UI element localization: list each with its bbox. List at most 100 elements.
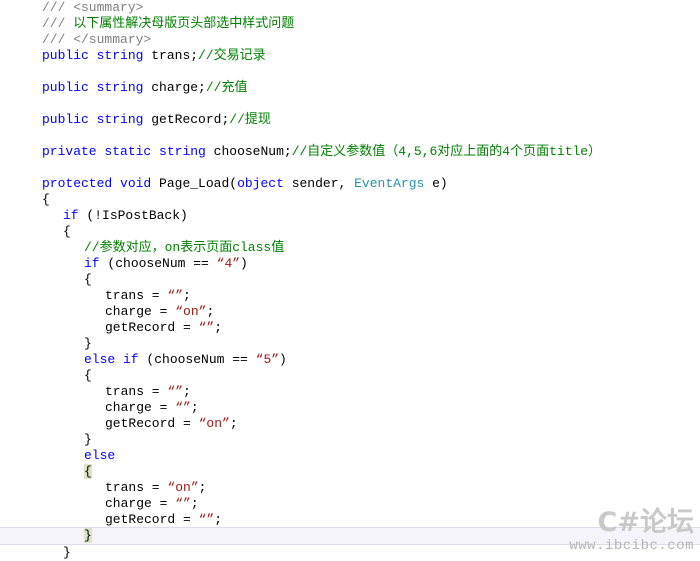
code-token-plain: trans = bbox=[105, 288, 168, 303]
code-line[interactable]: { bbox=[0, 464, 700, 480]
code-token-kw: void bbox=[120, 176, 152, 191]
code-line[interactable]: getRecord = “”; bbox=[0, 320, 700, 336]
code-token-plain: ; bbox=[190, 496, 199, 511]
code-token-str: “5” bbox=[255, 352, 280, 367]
code-token-kw: string bbox=[96, 80, 144, 95]
code-line[interactable]: /// <summary> bbox=[0, 0, 700, 16]
code-token-plain: getRecord; bbox=[143, 112, 230, 127]
code-surface[interactable]: /// <summary>/// 以下属性解决母版页头部选中样式问题/// </… bbox=[0, 0, 700, 560]
code-line[interactable]: if (chooseNum == “4”) bbox=[0, 256, 700, 272]
code-token-str: “” bbox=[198, 512, 215, 527]
code-token-plain: { bbox=[84, 464, 92, 479]
code-line[interactable]: charge = “”; bbox=[0, 496, 700, 512]
code-token-plain: trans = bbox=[105, 384, 168, 399]
code-token-str: “” bbox=[167, 288, 184, 303]
code-token-kw: if bbox=[63, 208, 79, 223]
code-token-plain: { bbox=[84, 272, 92, 287]
code-token-str: “on” bbox=[167, 480, 199, 495]
code-token-kw: static bbox=[104, 144, 152, 159]
code-token-kw: protected bbox=[42, 176, 113, 191]
code-token-cmt: //充值 bbox=[205, 80, 248, 95]
code-line[interactable]: } bbox=[0, 336, 700, 352]
code-line[interactable]: charge = “”; bbox=[0, 400, 700, 416]
code-token-plain: charge = bbox=[105, 304, 176, 319]
code-line[interactable]: /// 以下属性解决母版页头部选中样式问题 bbox=[0, 16, 700, 32]
code-token-plain: getRecord = bbox=[105, 416, 199, 431]
code-token-plain: sender, bbox=[283, 176, 355, 191]
code-line[interactable]: { bbox=[0, 224, 700, 240]
code-token-kw: public bbox=[42, 112, 89, 127]
code-token-str: “” bbox=[167, 384, 184, 399]
code-line[interactable]: { bbox=[0, 272, 700, 288]
code-line[interactable]: public string getRecord;//提现 bbox=[0, 112, 700, 128]
code-line[interactable]: getRecord = “on”; bbox=[0, 416, 700, 432]
code-token-plain: (chooseNum == bbox=[99, 256, 217, 271]
code-token-plain: } bbox=[84, 432, 92, 447]
code-line[interactable]: } bbox=[0, 432, 700, 448]
code-line[interactable]: trans = “”; bbox=[0, 384, 700, 400]
code-token-kw: if bbox=[84, 256, 100, 271]
code-token-cmt: //自定义参数值（4,5,6对应上面的4个页面title） bbox=[291, 144, 602, 159]
code-token-plain: (chooseNum == bbox=[138, 352, 256, 367]
code-token-str: “4” bbox=[216, 256, 241, 271]
code-token-str: “” bbox=[175, 400, 191, 415]
code-line[interactable]: } bbox=[0, 527, 700, 545]
code-line[interactable]: protected void Page_Load(object sender, … bbox=[0, 176, 700, 192]
code-line[interactable] bbox=[0, 64, 700, 80]
code-token-cmt: 以下属性解决母版页头部选中样式问题 bbox=[73, 16, 295, 31]
code-token-str: “on” bbox=[198, 416, 230, 431]
code-token-plain: charge = bbox=[105, 400, 176, 415]
code-line[interactable]: /// </summary> bbox=[0, 32, 700, 48]
code-line[interactable]: { bbox=[0, 192, 700, 208]
code-token-doc: /// bbox=[42, 16, 74, 31]
code-token-plain: (!IsPostBack) bbox=[78, 208, 188, 223]
code-token-plain: ) bbox=[279, 352, 287, 367]
code-token-kw: public bbox=[42, 80, 89, 95]
code-token-plain: chooseNum; bbox=[205, 144, 292, 159]
code-line[interactable]: trans = “”; bbox=[0, 288, 700, 304]
code-token-plain: ; bbox=[214, 512, 223, 527]
code-line[interactable] bbox=[0, 128, 700, 144]
code-token-plain: ; bbox=[229, 416, 238, 431]
code-token-plain: { bbox=[63, 224, 71, 239]
code-token-plain: ) bbox=[240, 256, 248, 271]
code-token-plain: Page_Load( bbox=[151, 176, 238, 191]
code-token-plain: ; bbox=[206, 304, 215, 319]
code-editor[interactable]: /// <summary>/// 以下属性解决母版页头部选中样式问题/// </… bbox=[0, 0, 700, 560]
code-token-plain: charge; bbox=[143, 80, 206, 95]
code-line[interactable]: else bbox=[0, 448, 700, 464]
code-line[interactable]: else if (chooseNum == “5”) bbox=[0, 352, 700, 368]
code-line[interactable]: //参数对应，on表示页面class值 bbox=[0, 240, 700, 256]
code-token-plain: } bbox=[84, 336, 92, 351]
code-line[interactable]: public string charge;//充值 bbox=[0, 80, 700, 96]
code-token-cmt: //提现 bbox=[229, 112, 271, 127]
code-token-plain: trans = bbox=[105, 480, 168, 495]
code-line[interactable]: private static string chooseNum;//自定义参数值… bbox=[0, 144, 700, 160]
code-line[interactable]: charge = “on”; bbox=[0, 304, 700, 320]
code-line[interactable]: { bbox=[0, 368, 700, 384]
code-line[interactable]: } bbox=[0, 545, 700, 561]
code-token-plain: e) bbox=[424, 176, 448, 191]
code-token-plain: getRecord = bbox=[105, 320, 199, 335]
code-token-plain: } bbox=[84, 528, 92, 543]
code-line[interactable]: trans = “on”; bbox=[0, 480, 700, 496]
code-token-plain: ; bbox=[183, 288, 191, 303]
code-line[interactable] bbox=[0, 160, 700, 176]
code-line[interactable] bbox=[0, 96, 700, 112]
code-token-plain: getRecord = bbox=[105, 512, 199, 527]
code-line[interactable]: public string trans;//交易记录 bbox=[0, 48, 700, 64]
code-token-plain: { bbox=[42, 192, 50, 207]
code-token-kw: string bbox=[159, 144, 206, 159]
code-token-plain: } bbox=[63, 545, 71, 560]
code-token-str: “” bbox=[175, 496, 191, 511]
code-token-str: “” bbox=[198, 320, 215, 335]
code-line[interactable]: getRecord = “”; bbox=[0, 512, 700, 528]
code-token-plain: trans; bbox=[143, 48, 199, 63]
code-token-doc: /// </summary> bbox=[42, 32, 152, 47]
code-line[interactable]: if (!IsPostBack) bbox=[0, 208, 700, 224]
code-token-kw: string bbox=[96, 48, 144, 63]
